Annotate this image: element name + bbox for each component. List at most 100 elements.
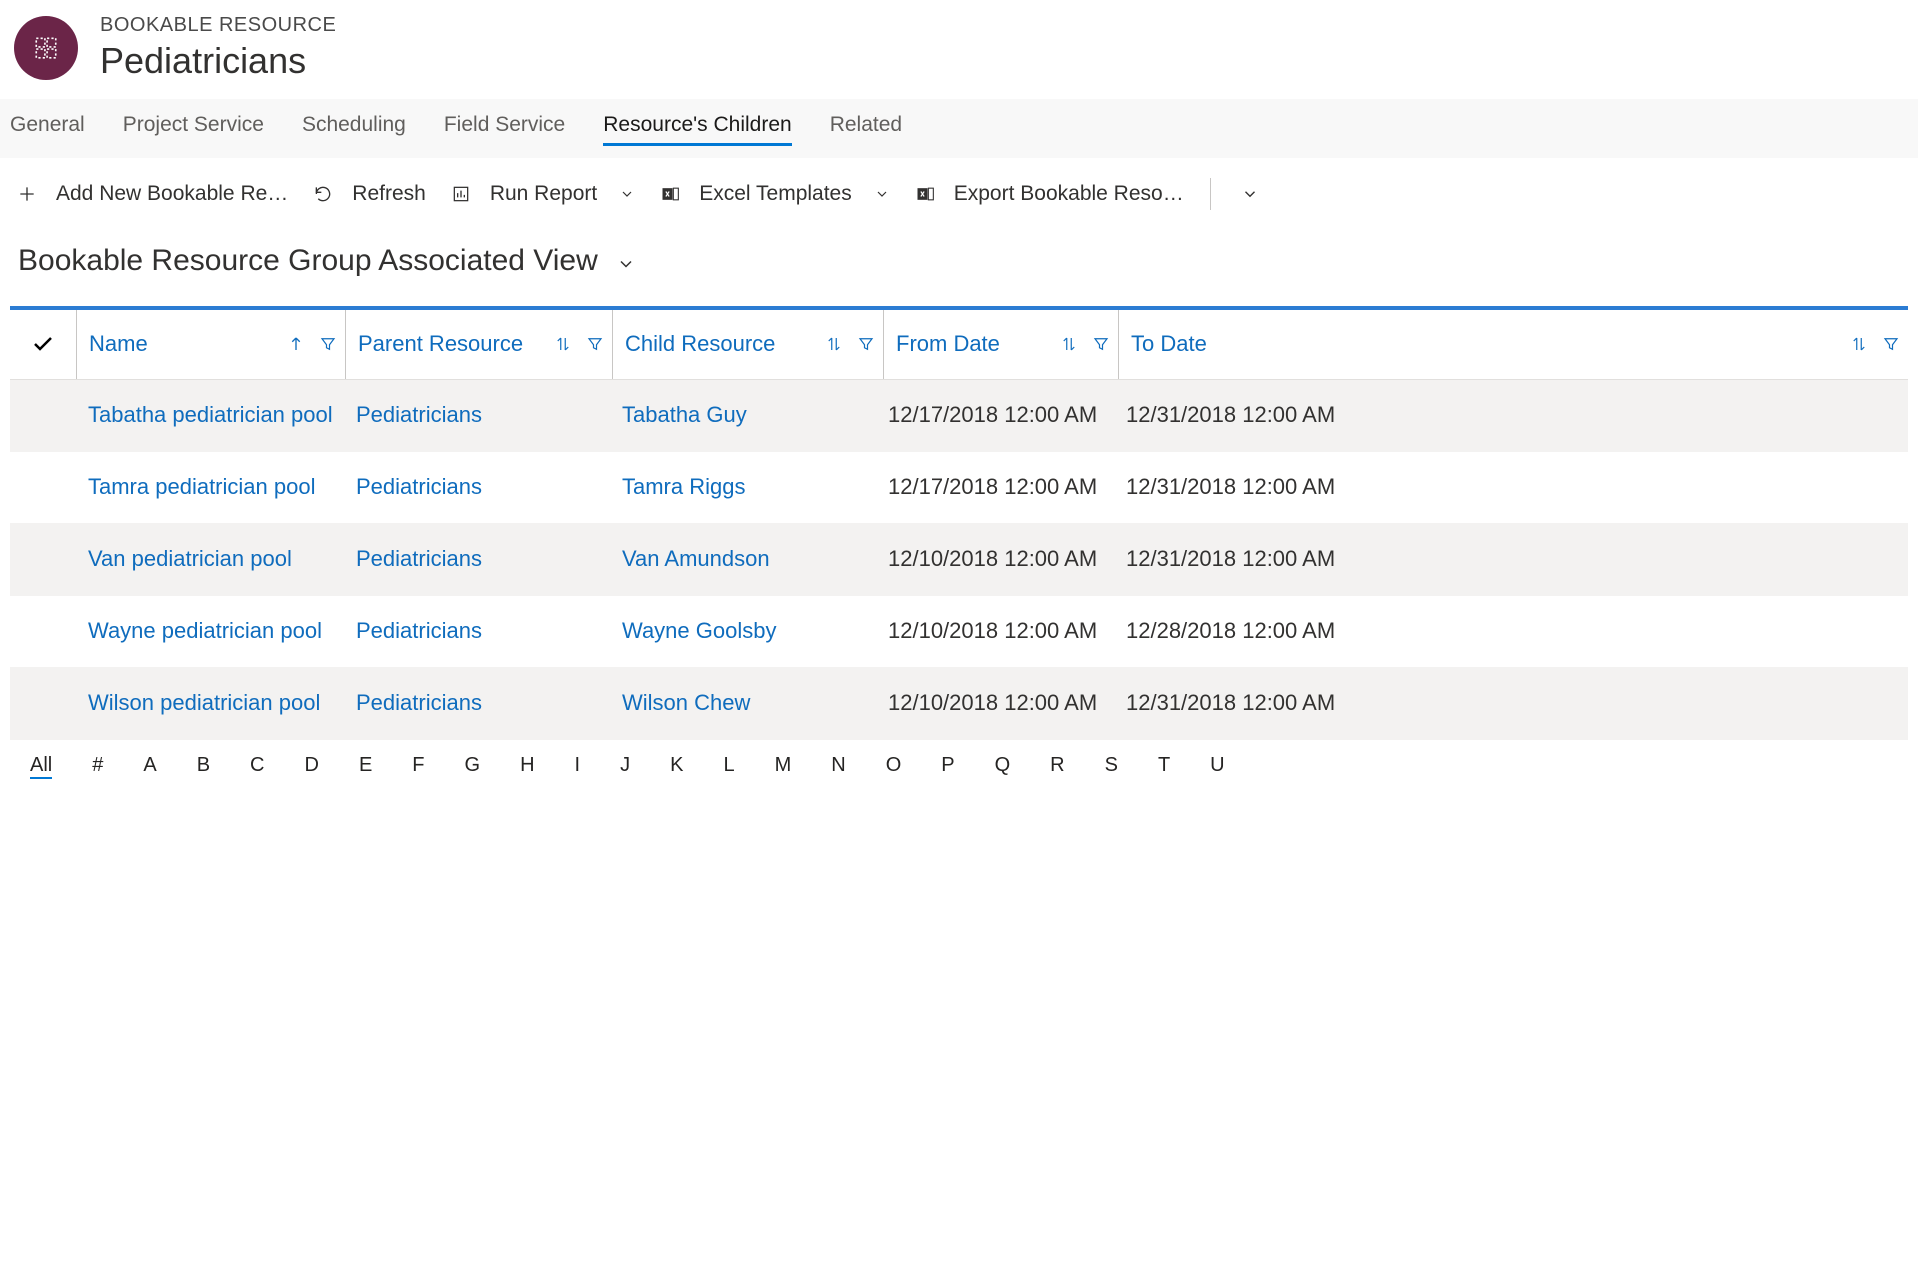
column-header-parent-resource[interactable]: Parent Resource [346,310,612,379]
jump-letter[interactable]: M [775,754,792,779]
cell-from: 12/10/2018 12:00 AM [880,618,1114,644]
record-title: Pediatricians [100,38,336,85]
sort-icon[interactable] [1060,335,1078,353]
cell-to: 12/31/2018 12:00 AM [1114,690,1908,716]
run-report-button[interactable]: Run Report [444,178,641,210]
cell-from: 12/17/2018 12:00 AM [880,402,1114,428]
view-selector[interactable]: Bookable Resource Group Associated View [0,230,1918,306]
jump-letter[interactable]: F [412,754,424,779]
tab-scheduling[interactable]: Scheduling [302,113,406,146]
jump-letter[interactable]: G [465,754,481,779]
filter-icon[interactable] [1092,335,1110,353]
filter-icon[interactable] [319,335,337,353]
chevron-down-icon [874,186,890,202]
jump-letter[interactable]: J [620,754,630,779]
jump-letter[interactable]: A [143,754,156,779]
cell-to: 12/31/2018 12:00 AM [1114,546,1908,572]
column-header-child-resource[interactable]: Child Resource [613,310,883,379]
jump-letter[interactable]: # [92,754,103,779]
excel-icon [914,183,936,205]
cell-name[interactable]: Tamra pediatrician pool [76,474,344,500]
cell-to: 12/28/2018 12:00 AM [1114,618,1908,644]
cell-name[interactable]: Wilson pediatrician pool [76,690,344,716]
checkmark-icon [31,332,55,356]
add-new-button[interactable]: Add New Bookable Re… [10,178,294,210]
table-row[interactable]: Wilson pediatrician pool Pediatricians W… [10,668,1908,740]
alpha-jump-bar: All # A B C D E F G H I J K L M N O P Q … [10,740,1908,793]
jump-letter[interactable]: N [831,754,845,779]
jump-letter[interactable]: S [1105,754,1118,779]
form-tabs: General Project Service Scheduling Field… [0,99,1918,158]
refresh-button[interactable]: Refresh [306,178,432,210]
grid: Name Parent Resource Child Resource From [10,306,1908,793]
cell-parent[interactable]: Pediatricians [344,402,610,428]
cell-parent[interactable]: Pediatricians [344,690,610,716]
jump-letter[interactable]: D [305,754,319,779]
filter-icon[interactable] [857,335,875,353]
jump-letter[interactable]: C [250,754,264,779]
plus-icon [16,183,38,205]
cell-name[interactable]: Tabatha pediatrician pool [76,402,344,428]
jump-letter[interactable]: K [670,754,683,779]
grid-header: Name Parent Resource Child Resource From [10,310,1908,380]
cell-child[interactable]: Wilson Chew [610,690,880,716]
table-row[interactable]: Tamra pediatrician pool Pediatricians Ta… [10,452,1908,524]
jump-letter[interactable]: P [941,754,954,779]
select-all-checkbox[interactable] [10,310,76,379]
entity-icon [14,16,78,80]
column-header-to-date[interactable]: To Date [1119,310,1908,379]
tab-resources-children[interactable]: Resource's Children [603,113,791,146]
tab-related[interactable]: Related [830,113,902,146]
jump-letter[interactable]: Q [995,754,1011,779]
filter-icon[interactable] [586,335,604,353]
command-bar: Add New Bookable Re… Refresh Run Report … [0,158,1918,230]
sort-icon[interactable] [825,335,843,353]
sort-icon[interactable] [554,335,572,353]
jump-letter[interactable]: O [886,754,902,779]
cell-parent[interactable]: Pediatricians [344,474,610,500]
cell-to: 12/31/2018 12:00 AM [1114,402,1908,428]
cell-name[interactable]: Van pediatrician pool [76,546,344,572]
cell-from: 12/10/2018 12:00 AM [880,546,1114,572]
jump-letter[interactable]: R [1050,754,1064,779]
jump-letter[interactable]: E [359,754,372,779]
jump-letter[interactable]: U [1210,754,1224,779]
more-commands-button[interactable] [1231,181,1265,207]
separator [1210,178,1211,210]
cell-child[interactable]: Tamra Riggs [610,474,880,500]
cell-name[interactable]: Wayne pediatrician pool [76,618,344,644]
jump-letter[interactable]: T [1158,754,1170,779]
chevron-down-icon [1241,185,1259,203]
jump-letter[interactable]: L [723,754,734,779]
table-row[interactable]: Wayne pediatrician pool Pediatricians Wa… [10,596,1908,668]
tab-general[interactable]: General [10,113,85,146]
sort-icon[interactable] [1850,335,1868,353]
page-header: BOOKABLE RESOURCE Pediatricians [0,0,1918,99]
chevron-down-icon [619,186,635,202]
cell-child[interactable]: Van Amundson [610,546,880,572]
jump-letter[interactable]: B [197,754,210,779]
cell-child[interactable]: Tabatha Guy [610,402,880,428]
entity-type-label: BOOKABLE RESOURCE [100,12,336,38]
tab-field-service[interactable]: Field Service [444,113,565,146]
cell-to: 12/31/2018 12:00 AM [1114,474,1908,500]
column-header-name[interactable]: Name [77,310,345,379]
filter-icon[interactable] [1882,335,1900,353]
sort-asc-icon[interactable] [287,335,305,353]
column-header-from-date[interactable]: From Date [884,310,1118,379]
report-icon [450,183,472,205]
excel-templates-button[interactable]: Excel Templates [653,178,896,210]
grid-body: Tabatha pediatrician pool Pediatricians … [10,380,1908,740]
cell-parent[interactable]: Pediatricians [344,546,610,572]
jump-all[interactable]: All [30,754,52,779]
cell-from: 12/17/2018 12:00 AM [880,474,1114,500]
cell-parent[interactable]: Pediatricians [344,618,610,644]
cell-from: 12/10/2018 12:00 AM [880,690,1114,716]
jump-letter[interactable]: H [520,754,534,779]
table-row[interactable]: Van pediatrician pool Pediatricians Van … [10,524,1908,596]
export-excel-button[interactable]: Export Bookable Reso… [908,178,1190,210]
cell-child[interactable]: Wayne Goolsby [610,618,880,644]
tab-project-service[interactable]: Project Service [123,113,264,146]
jump-letter[interactable]: I [575,754,581,779]
table-row[interactable]: Tabatha pediatrician pool Pediatricians … [10,380,1908,452]
